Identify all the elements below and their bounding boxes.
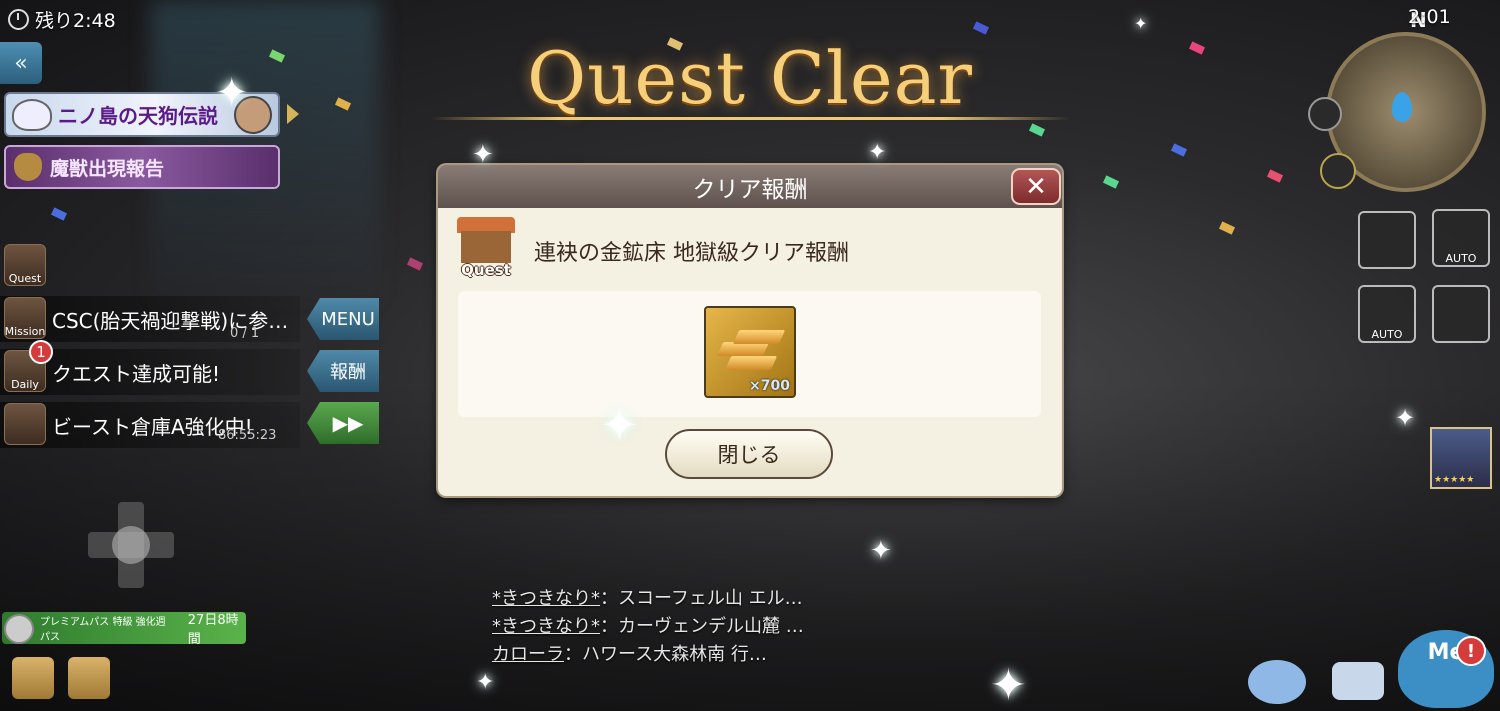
fast-forward-button[interactable]: ▶▶ [307,402,379,444]
chat-user[interactable]: カローラ [492,644,564,665]
confetti [1266,169,1284,183]
clock-icon [8,9,29,30]
close-icon[interactable]: ✕ [1011,168,1061,205]
gacha-icon[interactable] [12,657,54,699]
beast-report-text: 魔獣出現報告 [50,157,165,180]
close-button[interactable]: 閉じる [665,429,833,479]
task-csc-progress: 0 / 1 [230,326,260,341]
dialog-header: クリア報酬 [438,165,1062,208]
beast-warehouse-button[interactable] [4,403,46,445]
banner-arrow-icon[interactable] [287,104,299,124]
title-underline [430,117,1070,120]
quest-badge-label: Quest [461,261,511,279]
game-clock-text: 2:01 [1408,6,1451,28]
time-remaining-text: 残り2:48 [35,10,116,32]
fast-forward-icon: ▶▶ [332,411,364,435]
confetti [1218,221,1236,235]
dpad-icon[interactable] [88,502,174,588]
reward-button-label: 報酬 [330,362,366,383]
confetti [1102,175,1120,189]
sparkle-icon: ✦ [476,670,495,695]
mission-side-label: Mission [4,325,46,338]
chat-log[interactable]: *きつきなり*：スコーフェル山 エル… *きつきなり*：カーヴェンデル山麓 … … [492,585,804,669]
gold-bar-3 [732,330,786,344]
quest-house-body [461,231,511,263]
emote-icon[interactable] [1248,660,1306,704]
dialog-title: クリア報酬 [692,176,808,203]
gold-bar-2 [716,342,770,356]
daily-notification-badge: 1 [29,340,53,364]
gold-bar-icon[interactable]: ×700 [704,306,796,398]
dpad-center [112,526,150,564]
chat-message: ：カーヴェンデル山麓 … [600,616,804,637]
sparkle-icon: ✦ [472,140,494,170]
quest-house-icon: Quest [453,217,519,281]
reward-quantity: ×700 [749,378,790,394]
me-alert-badge: ! [1456,636,1486,666]
sparkle-icon: ✦ [990,660,1027,711]
menu-button[interactable]: MENU [307,298,379,340]
buff-icon [4,614,34,644]
dialog-subtitle: 連袂の金鉱床 地獄級クリア報酬 [534,241,849,266]
reward-button[interactable]: 報酬 [307,350,379,392]
buff-time: 27日8時間 [187,613,239,647]
rarity-stars: ★★★★★ [1434,475,1475,485]
auto-camera-button[interactable]: AUTO [1432,209,1490,267]
auto-attack-label: AUTO [1371,328,1403,341]
sparkle-icon: ✦ [1395,404,1416,432]
quest-side-button[interactable]: Quest [4,244,46,286]
chat-message: ：ハワース大森林南 行… [564,644,767,665]
location-pin-icon [1392,92,1412,122]
game-clock: 2:01 [1408,6,1451,28]
gold-bar-1 [724,356,778,370]
auto-attack-button[interactable]: AUTO [1358,285,1416,343]
sparkle-icon: ✦ [1134,14,1148,33]
back-button[interactable]: « [0,42,42,84]
mission-side-button[interactable]: Mission [4,297,46,339]
sparkle-icon: ✦ [868,140,887,165]
map-toggle-button[interactable] [1308,97,1342,131]
reward-dialog: クリア報酬 ✕ Quest 連袂の金鉱床 地獄級クリア報酬 ×700 閉じる [438,165,1062,496]
beast-report-banner[interactable]: 魔獣出現報告 [4,145,280,189]
present-box-icon[interactable] [68,657,110,699]
chat-user[interactable]: *きつきなり* [492,588,600,609]
companion-portrait[interactable]: ★★★★★ [1430,427,1492,489]
confetti [972,21,990,35]
chat-icon[interactable] [1332,662,1384,700]
quest-side-label: Quest [8,272,42,285]
buff-bar[interactable]: プレミアムパス 特級 強化週 パス 27日8時間 [2,612,246,647]
chat-line: *きつきなり*：カーヴェンデル山麓 … [492,613,804,641]
chat-line: *きつきなり*：スコーフェル山 エル… [492,585,804,613]
chat-user[interactable]: *きつきなり* [492,616,600,637]
sparkle-icon: ✦ [600,398,639,452]
auto-camera-label: AUTO [1445,252,1477,265]
camera-icon[interactable] [1358,211,1416,269]
back-icon: « [14,50,28,76]
sparkle-icon: ✦ [870,536,892,566]
daily-side-label: Daily [11,378,39,391]
close-button-label: 閉じる [717,443,781,467]
menu-button-label: MENU [321,308,375,330]
quest-clear-title: Quest Clear [527,36,973,120]
tengu-mask-icon [12,99,52,131]
chat-message: ：スコーフェル山 エル… [600,588,803,609]
event-banner-text: ニノ島の天狗伝説 [58,104,218,128]
party-icon[interactable] [1432,285,1490,343]
task-quest-text: クエスト達成可能! [52,361,221,386]
task-beast-timer: 86:55:23 [218,428,277,443]
pet-icon[interactable] [1320,153,1356,189]
beast-icon [14,153,42,181]
confetti [1028,123,1046,137]
confetti [1170,143,1188,157]
time-remaining: 残り2:48 [8,6,116,33]
confetti [1188,41,1206,55]
buff-text: プレミアムパス 特級 強化週 パス [40,617,166,643]
sparkle-icon: ✦ [215,70,249,116]
chat-line: カローラ：ハワース大森林南 行… [492,641,804,669]
confetti [50,207,68,221]
confetti [406,257,424,271]
